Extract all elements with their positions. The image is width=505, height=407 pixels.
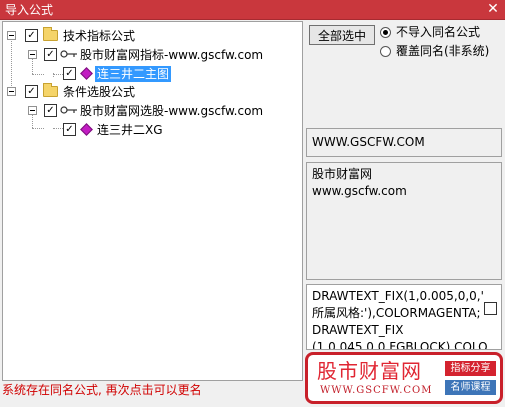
- code-line: DRAWTEXT_FIX: [312, 323, 404, 337]
- title-bar: 导入公式 ✕: [0, 0, 505, 20]
- brand-logo: 股市财富网 WWW.GSCFW.COM 指标分享 名师课程: [305, 352, 503, 404]
- description-line: www.gscfw.com: [312, 184, 407, 198]
- tree-node-label: 技术指标公式: [63, 29, 136, 43]
- folder-icon: [43, 83, 58, 97]
- status-message: 系统存在同名公式, 再次点击可以更名: [2, 383, 202, 397]
- close-icon[interactable]: ✕: [485, 1, 501, 17]
- tree-connector: [32, 128, 44, 129]
- tree-node-label: 股市财富网指标-www.gscfw.com: [80, 48, 264, 62]
- tree-checkbox[interactable]: ✓: [63, 67, 76, 80]
- tree-checkbox[interactable]: ✓: [44, 104, 57, 117]
- tree-node-selection-group[interactable]: ✓ 股市财富网选股-www.gscfw.com: [28, 102, 298, 120]
- collapse-icon[interactable]: [7, 31, 16, 40]
- source-field: WWW.GSCFW.COM: [306, 128, 502, 157]
- key-icon: [60, 106, 77, 114]
- formula-tree[interactable]: ✓ 技术指标公式 ✓ 股市财富网指标-www.gscfw.com ✓ 连三井二主…: [2, 21, 303, 381]
- code-line: 所属风格:'),COLORMAGENTA;: [312, 306, 481, 320]
- radio-overwrite-duplicates[interactable]: [380, 46, 391, 57]
- radio-skip-duplicates[interactable]: [380, 27, 391, 38]
- radio-skip-label: 不导入同名公式: [396, 25, 481, 39]
- source-text: WWW.GSCFW.COM: [312, 135, 425, 149]
- description-field[interactable]: 股市财富网 www.gscfw.com: [306, 162, 502, 280]
- collapse-icon[interactable]: [28, 50, 37, 59]
- tree-checkbox[interactable]: ✓: [63, 123, 76, 136]
- tree-node-label: 股市财富网选股-www.gscfw.com: [80, 104, 264, 118]
- tree-checkbox[interactable]: ✓: [25, 29, 38, 42]
- tree-checkbox[interactable]: ✓: [25, 85, 38, 98]
- logo-brand-text: 股市财富网: [317, 359, 422, 383]
- tree-node-label: 连三井二XG: [97, 123, 163, 137]
- code-line: DRAWTEXT_FIX(1,0.005,0,0,': [312, 289, 484, 303]
- tree-node-label: 条件选股公式: [63, 85, 136, 99]
- collapse-icon[interactable]: [7, 87, 16, 96]
- logo-tag-course: 名师课程: [445, 380, 496, 395]
- key-icon: [60, 50, 77, 58]
- tree-node-tech-indicators[interactable]: ✓ 技术指标公式: [7, 27, 287, 45]
- tree-node-label: 连三井二主图: [95, 66, 172, 82]
- description-line: 股市财富网: [312, 167, 373, 181]
- diamond-icon: [80, 123, 93, 136]
- code-checkbox[interactable]: [484, 302, 497, 315]
- logo-url-text: WWW.GSCFW.COM: [320, 385, 433, 396]
- radio-overwrite-label: 覆盖同名(非系统): [396, 44, 490, 58]
- code-line: (1,0.045,0,0,FGBLOCK),COLO: [312, 340, 488, 350]
- collapse-icon[interactable]: [28, 106, 37, 115]
- tree-node-indicator-group[interactable]: ✓ 股市财富网指标-www.gscfw.com: [28, 46, 298, 64]
- tree-checkbox[interactable]: ✓: [44, 48, 57, 61]
- tree-node-main-chart[interactable]: ✓ 连三井二主图: [59, 65, 209, 83]
- tree-connector: [32, 74, 44, 75]
- tree-node-stock-selection[interactable]: ✓ 条件选股公式: [7, 83, 287, 101]
- tree-node-xg[interactable]: ✓ 连三井二XG: [59, 121, 209, 139]
- logo-tag-indicator-share: 指标分享: [445, 361, 496, 376]
- code-preview[interactable]: DRAWTEXT_FIX(1,0.005,0,0,' 所属风格:'),COLOR…: [306, 284, 502, 350]
- window-title: 导入公式: [5, 3, 54, 17]
- diamond-icon: [80, 67, 93, 80]
- select-all-button[interactable]: 全部选中: [309, 25, 375, 45]
- folder-icon: [43, 27, 58, 41]
